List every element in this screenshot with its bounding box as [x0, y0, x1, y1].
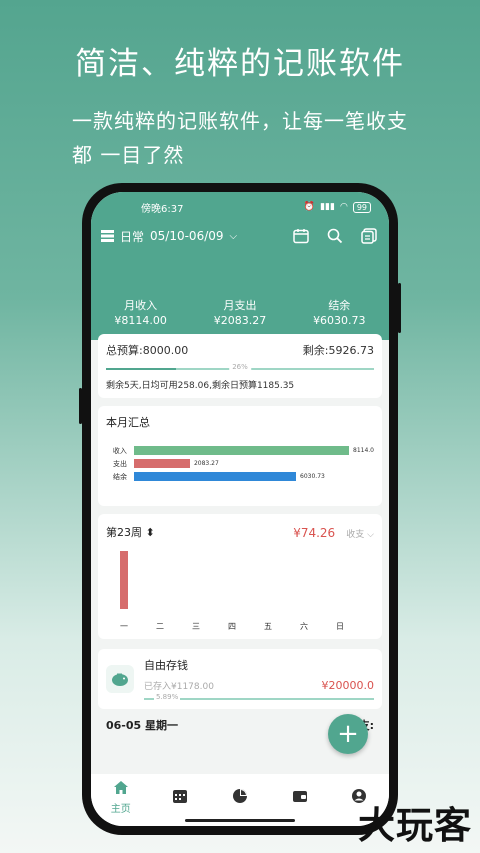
week-filter[interactable]: 收支 ⌵ [346, 530, 374, 540]
add-record-button[interactable]: + [328, 714, 368, 754]
monthly-bar-value: 8114.0 [353, 447, 374, 454]
monthly-bar-value: 2083.27 [193, 460, 219, 467]
promo-subtitle-line2: 都 一目了然 [72, 143, 185, 167]
alarm-icon: ⏰ [303, 202, 316, 212]
week-day-label: 一 [120, 622, 128, 631]
watermark-logo: 大玩客 [358, 803, 472, 847]
monthly-bar-row: 结余 6030.73 [106, 470, 374, 483]
piggy-bank-icon [106, 665, 134, 693]
monthly-bar [133, 446, 349, 455]
weekly-chart-card: 第23周 ⬍ ¥74.26 收支 ⌵ 一 二 三 四 五 六 日 [98, 514, 382, 639]
status-bar: 傍晚6:37 ⏰ ▮▮▮ ◠ 99 [91, 192, 389, 222]
tab-statistics[interactable] [210, 780, 270, 807]
wifi-icon: ◠ [339, 202, 348, 212]
week-filter-label: 收支 [346, 530, 365, 540]
monthly-bar-label: 收入 [112, 446, 127, 455]
monthly-bar-row: 收入 8114.0 [106, 444, 374, 457]
budget-total: 总预算:8000.00 [106, 344, 189, 357]
income-value: ¥8114.00 [114, 314, 167, 327]
monthly-title: 本月汇总 [106, 416, 150, 429]
week-day-label: 三 [192, 622, 200, 631]
budget-remaining: 剩余:5926.73 [302, 344, 374, 357]
week-bar [120, 551, 128, 609]
chevron-down-icon: ⌵ [229, 230, 238, 242]
income-summary: 月收入 ¥8114.00 [91, 298, 190, 328]
month-summary: 月收入 ¥8114.00 月支出 ¥2083.27 结余 ¥6030.73 [91, 298, 389, 328]
pie-chart-icon [232, 788, 248, 807]
date-range: 05/10-06/09 [150, 229, 224, 243]
tab-home[interactable]: 主页 [91, 780, 151, 815]
monthly-summary-card: 本月汇总 收入 8114.0 支出 2083.27 结余 6030.73 [98, 406, 382, 506]
income-label: 月收入 [124, 299, 158, 312]
sort-icon: ⬍ [145, 525, 155, 539]
monthly-bar-label: 支出 [113, 459, 127, 468]
expense-label: 月支出 [223, 299, 257, 312]
monthly-bar-chart: 收入 8114.0 支出 2083.27 结余 6030.73 [106, 444, 374, 483]
budget-percent: 26% [229, 363, 251, 371]
battery-icon: 99 [352, 201, 371, 213]
header-area: 傍晚6:37 ⏰ ▮▮▮ ◠ 99 日常 05/10-06/09 ⌵ 月收入 ¥… [91, 192, 389, 340]
promo-subtitle: 一款纯粹的记账软件，让每一笔收支 都 一目了然 [72, 104, 432, 172]
nav-bar: 日常 05/10-06/09 ⌵ [91, 222, 389, 250]
ledger-name: 日常 [120, 229, 145, 244]
balance-summary: 结余 ¥6030.73 [290, 298, 389, 328]
tab-calendar[interactable] [151, 780, 211, 807]
tab-home-label: 主页 [110, 804, 131, 815]
week-title: 第23周 [106, 525, 142, 539]
week-day-label: 五 [264, 622, 272, 631]
savings-saved: 已存入¥1178.00 [144, 682, 214, 692]
wallet-icon [292, 788, 308, 807]
savings-target: ¥20000.0 [321, 679, 375, 692]
monthly-bar [134, 459, 190, 468]
status-icons: ⏰ ▮▮▮ ◠ 99 [303, 201, 371, 213]
calendar-icon [172, 788, 188, 807]
phone-frame: 傍晚6:37 ⏰ ▮▮▮ ◠ 99 日常 05/10-06/09 ⌵ 月收入 ¥… [79, 183, 401, 835]
week-selector[interactable]: 第23周 ⬍ [106, 524, 155, 540]
budget-progress-fill [106, 368, 176, 370]
monthly-bar-value: 6030.73 [300, 473, 325, 480]
ledger-selector[interactable]: 日常 05/10-06/09 ⌵ [101, 228, 237, 245]
home-icon [113, 780, 129, 798]
monthly-bar [134, 472, 297, 481]
savings-title: 自由存钱 [144, 659, 188, 672]
week-day-label: 六 [300, 621, 308, 631]
day-date: 06-05 星期一 [106, 719, 179, 732]
home-indicator [185, 819, 295, 822]
budget-note: 剩余5天,日均可用258.06,剩余日预算1185.35 [106, 381, 295, 391]
chevron-down-icon: ⌵ [367, 530, 374, 540]
app-screen: 傍晚6:37 ⏰ ▮▮▮ ◠ 99 日常 05/10-06/09 ⌵ 月收入 ¥… [91, 192, 389, 826]
savings-progress: 5.89% [144, 693, 374, 701]
bottom-tab-bar: 主页 [91, 774, 389, 826]
week-day-label: 二 [156, 622, 164, 631]
calendar-icon[interactable] [293, 228, 309, 244]
expense-value: ¥2083.27 [213, 314, 267, 327]
tab-wallet[interactable] [270, 780, 330, 807]
week-amount: ¥74.26 [293, 526, 336, 540]
signal-icon: ▮▮▮ [320, 202, 335, 212]
budget-progress: 26% [106, 363, 374, 371]
expense-summary: 月支出 ¥2083.27 [190, 298, 289, 328]
promo-subtitle-line1: 一款纯粹的记账软件，让每一笔收支 [72, 109, 408, 133]
promo-title: 简洁、纯粹的记账软件 [75, 46, 405, 82]
search-icon[interactable] [327, 228, 343, 244]
balance-value: ¥6030.73 [313, 314, 366, 327]
ledger-icon [101, 230, 114, 242]
status-time: 傍晚6:37 [141, 203, 184, 215]
monthly-bar-label: 结余 [113, 472, 127, 481]
week-day-label: 日 [336, 622, 344, 631]
budget-card[interactable]: 总预算:8000.00 剩余:5926.73 26% 剩余5天,日均可用258.… [98, 334, 382, 398]
savings-card[interactable]: 自由存钱 已存入¥1178.00 ¥20000.0 5.89% [98, 649, 382, 709]
bill-icon[interactable] [361, 228, 377, 244]
week-day-label: 四 [228, 622, 236, 631]
savings-percent: 5.89% [154, 693, 181, 701]
weekly-bar-chart: 一二三四五六日 [120, 551, 344, 631]
balance-label: 结余 [328, 299, 351, 312]
monthly-bar-row: 支出 2083.27 [106, 457, 374, 470]
